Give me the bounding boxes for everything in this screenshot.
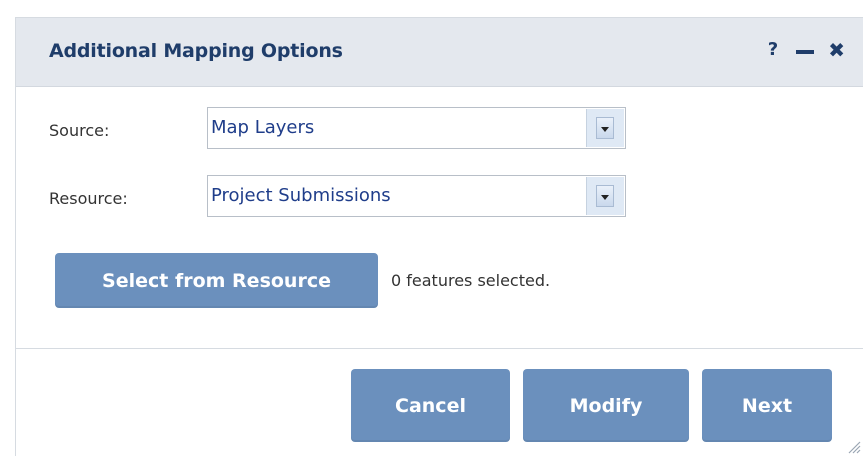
source-dropdown-button[interactable]	[586, 109, 624, 147]
features-selected-status: 0 features selected.	[391, 271, 551, 290]
help-icon[interactable]: ?	[768, 36, 778, 64]
resource-select[interactable]: Project Submissions	[207, 175, 626, 217]
mapping-options-dialog: Additional Mapping Options ? ✖ Source: M…	[15, 17, 863, 456]
cancel-button[interactable]: Cancel	[351, 369, 510, 442]
close-icon[interactable]: ✖	[828, 36, 845, 64]
resource-select-value: Project Submissions	[211, 185, 391, 206]
titlebar-controls: ? ✖	[768, 36, 845, 64]
select-from-resource-button[interactable]: Select from Resource	[55, 253, 378, 308]
modify-button[interactable]: Modify	[523, 369, 689, 442]
resource-dropdown-button[interactable]	[586, 177, 624, 215]
source-select-value: Map Layers	[211, 117, 315, 138]
footer-divider	[16, 348, 863, 349]
source-label: Source:	[49, 121, 110, 140]
chevron-down-icon	[596, 117, 614, 139]
minimize-icon[interactable]	[796, 36, 815, 64]
dialog-titlebar[interactable]: Additional Mapping Options ? ✖	[16, 18, 863, 87]
chevron-down-icon	[596, 185, 614, 207]
source-select[interactable]: Map Layers	[207, 107, 626, 149]
resize-grip-icon[interactable]	[845, 438, 861, 454]
dialog-title: Additional Mapping Options	[49, 40, 343, 62]
next-button[interactable]: Next	[702, 369, 832, 442]
resource-label: Resource:	[49, 189, 128, 208]
